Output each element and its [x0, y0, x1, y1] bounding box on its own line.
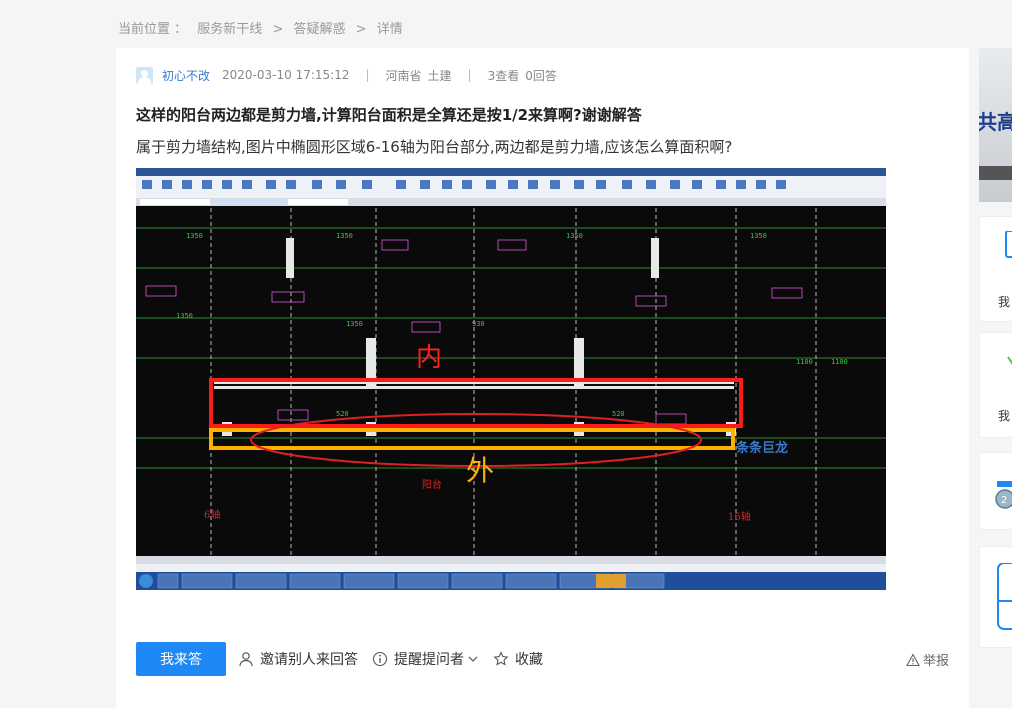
question-image[interactable]: 1350 1350 1350 1350 1350 1350 930 1100 1100 52… — [136, 168, 886, 590]
svg-text:1350: 1350 — [336, 232, 353, 240]
breadcrumb-current: 详情 — [376, 22, 403, 37]
right-sidebar: 共高 我 我 2 — [979, 48, 1012, 708]
warning-icon — [906, 652, 920, 666]
answer-button[interactable]: 我来答 — [136, 642, 226, 676]
sidebar-card-2-label: 我 — [998, 409, 1011, 423]
medal-icon: 2 — [995, 481, 1012, 509]
label-balcony: 阳台 — [422, 478, 442, 491]
svg-text:520: 520 — [612, 410, 625, 418]
meta-divider: | — [467, 68, 472, 82]
location: 河南省 — [385, 68, 422, 83]
favorite-label: 收藏 — [515, 652, 543, 668]
chevron-down-icon — [468, 656, 478, 662]
svg-text:1350: 1350 — [186, 232, 203, 240]
sidebar-card-4[interactable] — [979, 546, 1012, 648]
leaf-icon — [1007, 356, 1012, 365]
axis-left-label: 6轴 — [204, 508, 220, 521]
svg-text:1350: 1350 — [176, 312, 193, 320]
info-icon — [372, 651, 388, 667]
user-name[interactable]: 初心不改 — [162, 67, 210, 84]
sidebar-card-3[interactable]: 2 — [979, 452, 1012, 530]
watermark: 条条巨龙 — [736, 440, 788, 456]
breadcrumb: 当前位置 ： 服务新干线 > 答疑解惑 > 详情 — [118, 18, 409, 37]
remind-label: 提醒提问者 — [394, 652, 464, 668]
meta-divider: | — [365, 68, 370, 82]
report-label: 举报 — [922, 654, 949, 669]
svg-text:1100: 1100 — [831, 358, 848, 366]
breadcrumb-sep: > — [355, 22, 367, 37]
label-inner: 内 — [416, 343, 442, 373]
cad-drawing: 1350 1350 1350 1350 1350 1350 930 1100 1100 52… — [136, 168, 886, 590]
banner-text: 共高 — [979, 110, 1012, 134]
report-action[interactable]: 举报 — [906, 650, 949, 669]
svg-text:930: 930 — [472, 320, 485, 328]
breadcrumb-link-service[interactable]: 服务新干线 — [197, 22, 262, 37]
user-icon — [239, 652, 253, 667]
breadcrumb-link-qa[interactable]: 答疑解惑 — [293, 22, 345, 37]
axis-right-label: 16轴 — [728, 510, 751, 523]
label-outer: 外 — [466, 454, 494, 487]
question-card: 初心不改 2020-03-10 17:15:12 | 河南省 土建 | 3查看 … — [116, 48, 969, 708]
svg-text:2: 2 — [1001, 495, 1007, 506]
favorite-action[interactable]: 收藏 — [493, 649, 543, 669]
invite-label: 邀请别人来回答 — [260, 652, 358, 668]
answer-count: 0回答 — [525, 68, 557, 83]
svg-text:1350: 1350 — [566, 232, 583, 240]
tool-icon — [1005, 231, 1012, 258]
sidebar-card-2[interactable]: 我 — [979, 332, 1012, 438]
view-count: 3查看 — [487, 68, 520, 83]
question-meta: 初心不改 2020-03-10 17:15:12 | 河南省 土建 | 3查看 … — [136, 66, 557, 84]
sidebar-card-1[interactable]: 我 — [979, 216, 1012, 322]
sidebar-banner[interactable]: 共高 — [979, 48, 1012, 202]
breadcrumb-prefix: 当前位置 ： — [118, 22, 188, 37]
post-datetime: 2020-03-10 17:15:12 — [222, 68, 350, 82]
category: 土建 — [427, 68, 452, 83]
svg-text:1350: 1350 — [346, 320, 363, 328]
invite-action[interactable]: 邀请别人来回答 — [238, 649, 358, 669]
svg-text:1350: 1350 — [750, 232, 767, 240]
avatar[interactable] — [136, 66, 153, 84]
banner-bar — [979, 166, 1012, 180]
question-actions: 我来答 邀请别人来回答 提醒提问者 收藏 — [136, 642, 543, 676]
phone-icon — [997, 563, 1012, 630]
breadcrumb-sep: > — [272, 22, 284, 37]
sidebar-card-1-label: 我 — [998, 295, 1011, 309]
star-icon — [493, 651, 509, 666]
question-title: 这样的阳台两边都是剪力墙,计算阳台面积是全算还是按1/2来算啊?谢谢解答 — [136, 106, 642, 124]
svg-text:1100: 1100 — [796, 358, 813, 366]
remind-action[interactable]: 提醒提问者 — [372, 649, 479, 669]
svg-text:520: 520 — [336, 410, 349, 418]
question-description: 属于剪力墙结构,图片中椭圆形区域6-16轴为阳台部分,两边都是剪力墙,应该怎么算… — [136, 138, 733, 156]
